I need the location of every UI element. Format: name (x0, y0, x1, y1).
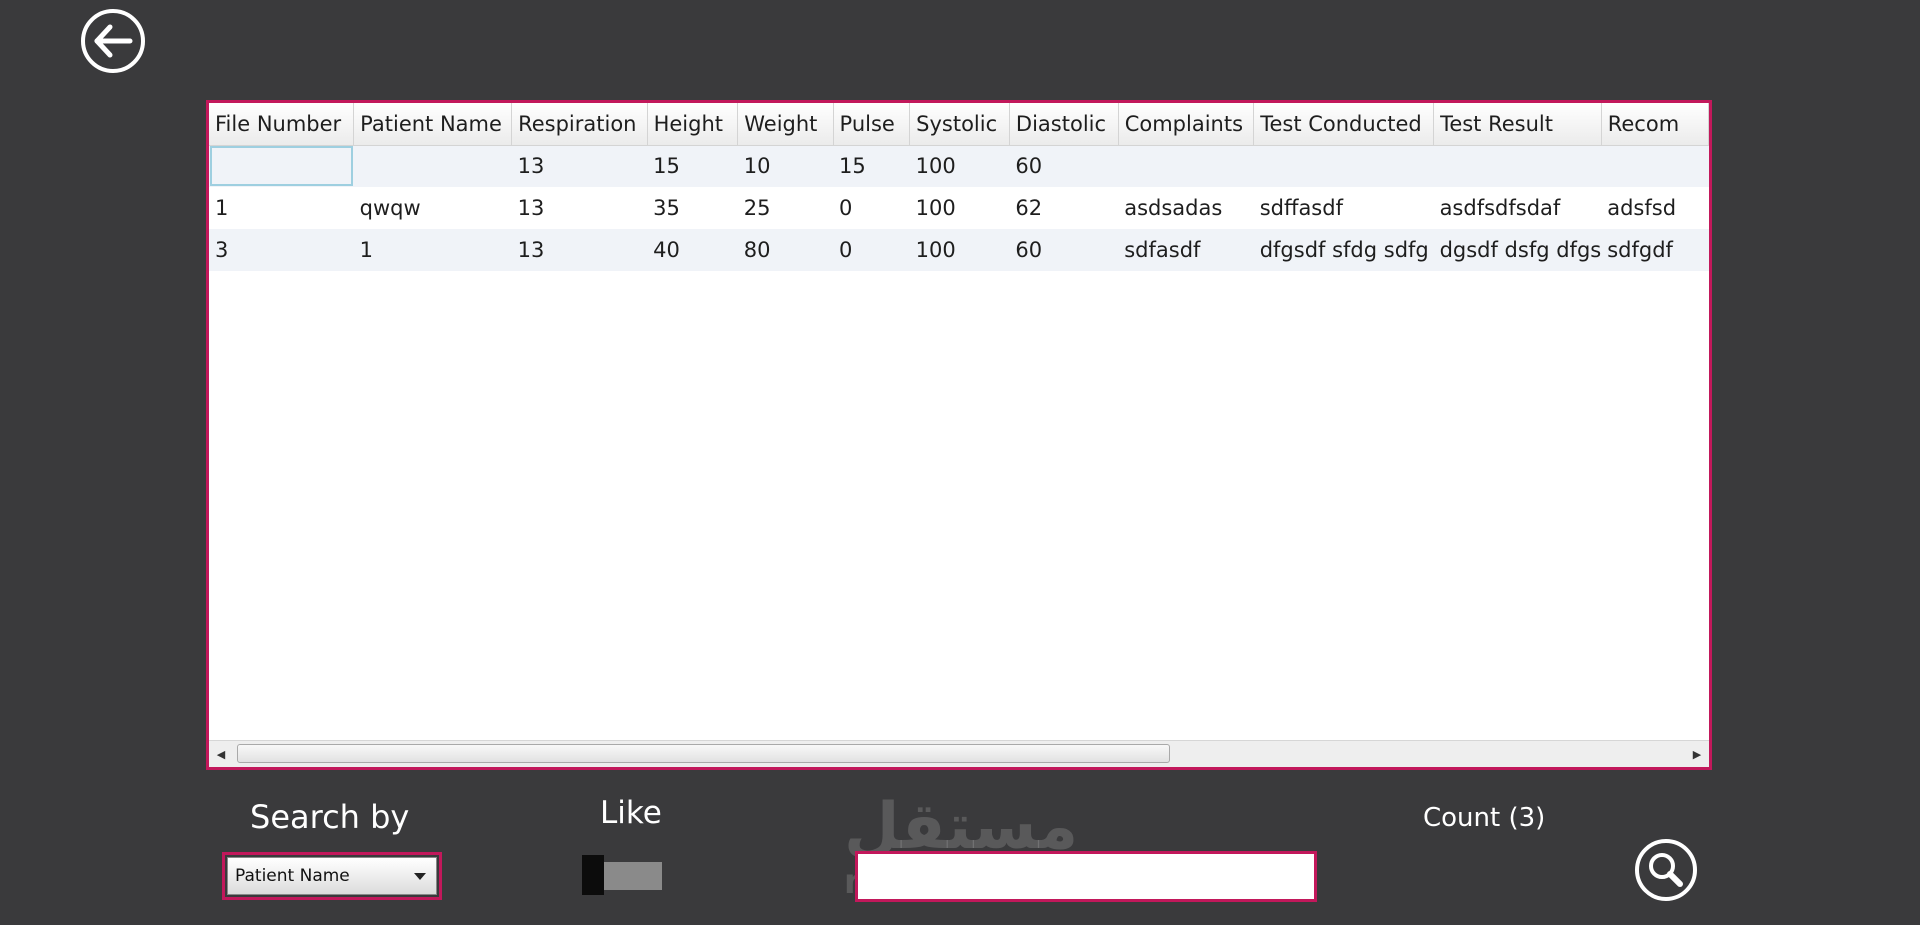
search-button[interactable] (1634, 838, 1698, 902)
table-cell[interactable]: dgsdf dsfg dfgs (1433, 229, 1602, 271)
column-header[interactable]: Patient Name (353, 103, 513, 146)
column-header[interactable]: Height (647, 103, 739, 146)
table-row[interactable]: 13 15 10 15 100 60 (209, 145, 1709, 187)
table-cell[interactable] (1253, 145, 1434, 187)
table-cell[interactable]: 100 (909, 187, 1010, 229)
table-cell[interactable]: 1 (353, 229, 512, 271)
search-input[interactable] (855, 851, 1317, 902)
table-cell[interactable]: 1 (209, 187, 354, 229)
count-label: Count (3) (1423, 803, 1546, 833)
table-cell[interactable]: 25 (737, 187, 834, 229)
back-button[interactable] (80, 8, 146, 74)
scrollbar-thumb[interactable] (237, 744, 1170, 763)
column-header[interactable]: Systolic (909, 103, 1010, 146)
table-cell[interactable]: 15 (833, 145, 910, 187)
data-grid[interactable]: File Number Patient Name Respiration Height… (206, 100, 1712, 770)
column-header[interactable]: Test Result (1433, 103, 1602, 146)
table-cell[interactable]: 60 (1009, 229, 1119, 271)
magnifier-circle-icon (1635, 839, 1697, 901)
table-cell[interactable]: adsfsd (1601, 187, 1709, 229)
table-cell[interactable]: 35 (647, 187, 738, 229)
toggle-track (600, 862, 662, 890)
search-by-select[interactable]: Patient Name (227, 857, 437, 895)
column-header[interactable]: Complaints (1118, 103, 1255, 146)
scroll-right-icon[interactable]: ▶ (1685, 741, 1709, 767)
table-cell[interactable]: sdfgdf (1601, 229, 1709, 271)
scroll-left-icon[interactable]: ◀ (209, 741, 233, 767)
table-cell[interactable]: qwqw (353, 187, 512, 229)
column-header[interactable]: Pulse (833, 103, 911, 146)
table-cell[interactable] (353, 145, 512, 187)
grid-viewport: File Number Patient Name Respiration Height… (209, 103, 1709, 741)
patient-table: File Number Patient Name Respiration Height… (209, 103, 1709, 271)
table-cell[interactable]: 100 (909, 145, 1010, 187)
column-header[interactable]: Weight (737, 103, 834, 146)
like-label: Like (600, 795, 662, 831)
column-header[interactable]: Diastolic (1009, 103, 1119, 146)
arrow-left-circle-icon (81, 9, 145, 73)
column-header[interactable]: Test Conducted (1253, 103, 1435, 146)
table-cell[interactable]: 62 (1009, 187, 1119, 229)
table-cell[interactable] (209, 145, 354, 187)
column-header[interactable]: File Number (209, 103, 355, 146)
table-header-row: File Number Patient Name Respiration Height… (209, 103, 1709, 146)
table-row[interactable]: 1 qwqw 13 35 25 0 100 62 asdsadas sdffasdf asdfsdf… (209, 187, 1709, 229)
table-cell[interactable]: 80 (737, 229, 834, 271)
table-cell[interactable] (1601, 145, 1709, 187)
chevron-down-icon (414, 873, 426, 880)
horizontal-scrollbar[interactable]: ◀ ▶ (209, 740, 1709, 767)
table-cell[interactable] (1118, 145, 1254, 187)
search-by-dropdown[interactable]: Patient Name (222, 852, 442, 900)
table-cell[interactable]: sdffasdf (1253, 187, 1434, 229)
table-cell[interactable] (1433, 145, 1602, 187)
table-cell[interactable]: 13 (511, 145, 648, 187)
table-cell[interactable]: 15 (647, 145, 738, 187)
column-header[interactable]: Respiration (511, 103, 648, 146)
table-cell[interactable]: 3 (209, 229, 354, 271)
table-cell[interactable]: 13 (511, 229, 648, 271)
table-cell[interactable]: 0 (833, 187, 910, 229)
table-cell[interactable]: 60 (1009, 145, 1119, 187)
search-by-value: Patient Name (235, 866, 350, 886)
column-header[interactable]: Recom (1601, 103, 1709, 146)
table-cell[interactable]: 0 (833, 229, 910, 271)
table-cell[interactable]: asdfsdfsdaf (1433, 187, 1602, 229)
table-cell[interactable]: sdfasdf (1118, 229, 1254, 271)
table-cell[interactable]: 100 (909, 229, 1010, 271)
like-toggle[interactable] (582, 855, 678, 895)
table-cell[interactable]: asdsadas (1118, 187, 1254, 229)
table-row[interactable]: 3 1 13 40 80 0 100 60 sdfasdf dfgsdf sfdg sdfg dgs… (209, 229, 1709, 271)
toggle-knob[interactable] (582, 855, 604, 895)
table-cell[interactable]: dfgsdf sfdg sdfg (1253, 229, 1434, 271)
table-cell[interactable]: 13 (511, 187, 648, 229)
table-cell[interactable]: 40 (647, 229, 738, 271)
table-cell[interactable]: 10 (737, 145, 834, 187)
search-by-label: Search by (250, 798, 410, 836)
